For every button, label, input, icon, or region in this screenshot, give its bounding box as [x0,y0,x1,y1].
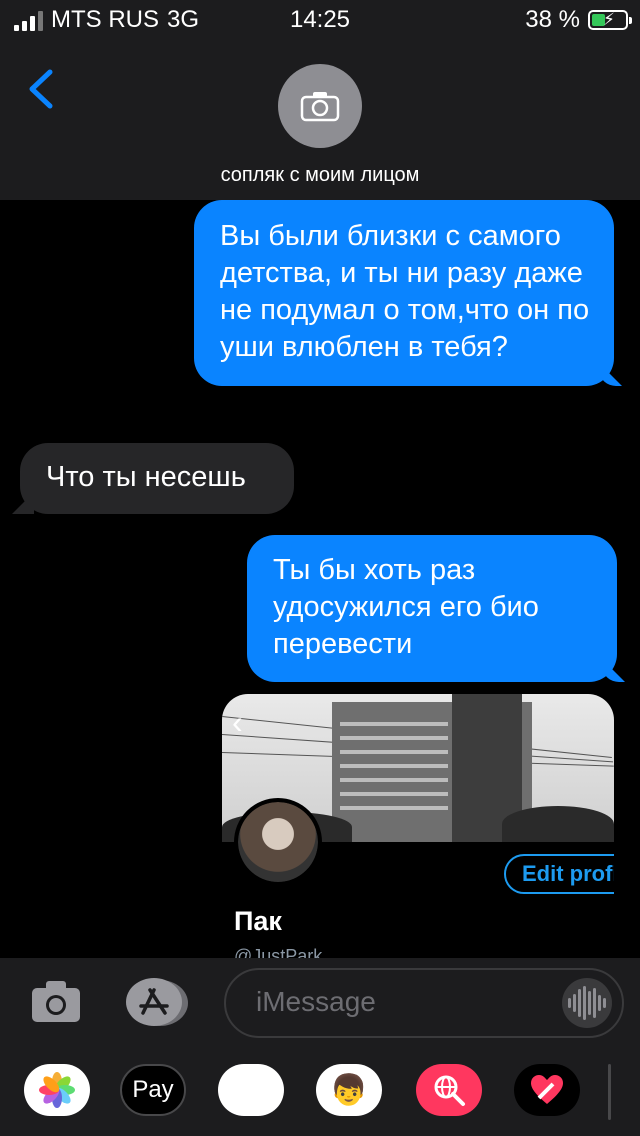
message-text: Ты бы хоть раз удосужился его био переве… [273,554,539,660]
profile-avatar [234,798,322,886]
animoji-app-icon[interactable]: 🐵 [218,1064,284,1116]
message-composer: iMessage [0,958,640,1050]
web-images-app-icon[interactable] [416,1064,482,1116]
message-text: Что ты несешь [46,461,246,493]
photos-app-icon[interactable] [24,1064,90,1116]
bubble-tail [603,660,625,682]
message-bubble-incoming[interactable]: Что ты несешь [12,443,294,514]
back-button[interactable] [24,66,64,112]
apple-pay-app-icon[interactable]: Pay [120,1064,186,1116]
profile-name: Пак [234,906,282,936]
tray-divider [608,1064,611,1120]
app-store-button[interactable] [126,978,190,1028]
camera-icon [32,981,80,1022]
message-text: Вы были близки с самого детства, и ты ни… [220,220,590,363]
charging-bolt-icon: ⚡ [603,10,615,29]
audio-record-button[interactable] [562,978,612,1028]
digital-touch-app-icon[interactable] [514,1064,580,1116]
memoji-stickers-icon: 👦 [330,1073,368,1107]
contact-avatar[interactable] [278,64,362,148]
app-drawer: Pay 🐵 👦 [0,1050,640,1136]
message-bubble-outgoing[interactable]: Вы были близки с самого детства, и ты ни… [194,200,622,386]
message-bubble-outgoing[interactable]: Ты бы хоть раз удосужился его био переве… [247,535,625,682]
globe-search-icon [434,1075,465,1106]
memoji-app-icon[interactable]: 👦 [316,1064,382,1116]
image-attachment[interactable]: ‹ Edit profi Пак @JustPark [222,694,614,969]
app-store-icon [126,978,182,1026]
bubble-tail [600,364,622,386]
edit-profile-button: Edit profi [504,854,614,894]
contact-name[interactable]: сопляк с моим лицом [0,164,640,187]
battery-icon: ⚡ [588,10,632,30]
message-input[interactable]: iMessage [224,968,624,1038]
chevron-left-icon: ‹ [232,704,243,740]
apple-pay-label: Pay [132,1076,174,1103]
camera-icon [300,92,340,122]
bubble-tail [12,492,34,514]
conversation-header: сопляк с моим лицом [0,40,640,200]
heart-icon [531,1075,563,1104]
chevron-left-icon [29,69,53,109]
monkey-icon: 🐵 [231,1071,271,1109]
message-placeholder: iMessage [256,986,376,1017]
camera-button[interactable] [30,978,82,1024]
status-right: 38 % ⚡ [525,6,632,34]
battery-percent: 38 % [525,6,580,33]
status-bar: MTS RUS 3G 14:25 38 % ⚡ [0,0,640,40]
